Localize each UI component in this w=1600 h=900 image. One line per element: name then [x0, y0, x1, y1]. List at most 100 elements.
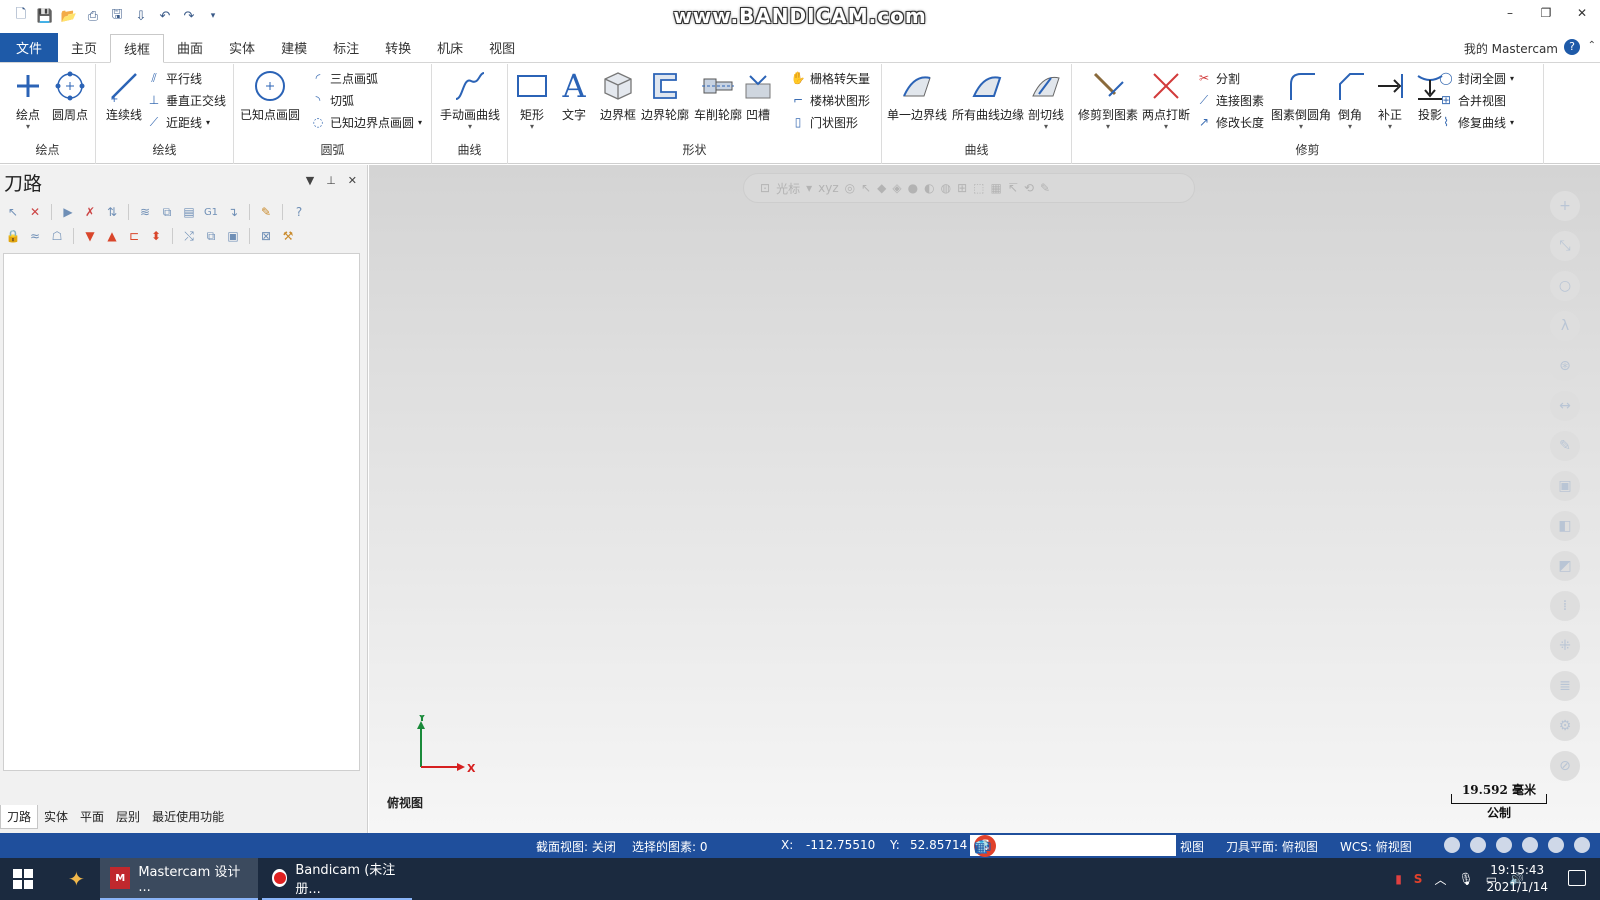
arc-3-points-button[interactable]: ◜ 三点画弧 — [310, 68, 378, 88]
join-view-button[interactable]: ⊞ 合并视图 — [1438, 90, 1506, 110]
print-icon[interactable]: ⎙ — [84, 7, 102, 25]
close-arc-button[interactable]: ◯ 封闭全圆 ▾ — [1438, 68, 1514, 88]
tangent-arc-button[interactable]: ◝ 切弧 — [310, 90, 354, 110]
save-icon[interactable]: 💾 — [36, 7, 54, 25]
view-status[interactable]: 视图 — [1180, 838, 1204, 855]
post-arrow-icon[interactable]: ↴ — [224, 203, 242, 221]
tab-model-prep[interactable]: 建模 — [268, 33, 320, 62]
taskbar-mastercam[interactable]: M Mastercam 设计 ... — [100, 858, 258, 900]
tab-view[interactable]: 视图 — [476, 33, 528, 62]
manual-spline-button[interactable]: 手动画曲线 ▾ — [434, 68, 506, 131]
cube-icon[interactable]: ▣ — [1550, 471, 1580, 501]
refresh-icon[interactable]: ⟲ — [1024, 181, 1034, 195]
zoom-in-icon[interactable]: + — [1550, 191, 1580, 221]
verify-selection-icon[interactable]: ⊞ — [957, 181, 967, 195]
panel-tab-solids[interactable]: 实体 — [38, 805, 74, 829]
circle-center-button[interactable]: 已知点画圆 — [238, 68, 302, 123]
tab-file[interactable]: 文件 — [0, 33, 58, 62]
window-select-icon[interactable]: ⬚ — [973, 181, 984, 195]
translucency-icon[interactable] — [1574, 837, 1590, 853]
chamfer-button[interactable]: 倒角 ▾ — [1330, 68, 1370, 131]
help-icon[interactable]: ? — [1564, 39, 1580, 55]
highfeed-icon[interactable]: ✎ — [257, 203, 275, 221]
operations-tree[interactable] — [3, 253, 360, 771]
panel-tab-levels[interactable]: 层别 — [110, 805, 146, 829]
restore-icon[interactable]: ❐ — [1528, 0, 1564, 26]
globe-wire-icon[interactable] — [1444, 837, 1460, 853]
raster-to-vector-button[interactable]: ✋ 栅格转矢量 — [790, 68, 871, 88]
join-entities-button[interactable]: ⟋ 连接图素 — [1196, 90, 1264, 110]
tag-icon[interactable]: ✎ — [1550, 431, 1580, 461]
view-options-icon[interactable]: ▣ — [224, 227, 242, 245]
body-select-icon[interactable]: ● — [908, 181, 918, 195]
toolbox-icon[interactable]: ▦ — [974, 840, 985, 854]
tab-wireframe[interactable]: 线框 — [110, 34, 165, 63]
redo-icon[interactable]: ↷ — [180, 7, 198, 25]
my-mastercam-link[interactable]: 我的 Mastercam — [1464, 40, 1558, 57]
panel-tab-planes[interactable]: 平面 — [74, 805, 110, 829]
open-folder-icon[interactable]: 📂 — [60, 7, 78, 25]
expand-icon[interactable]: ⊠ — [257, 227, 275, 245]
deselect-icon[interactable]: ↸ — [1008, 181, 1018, 195]
circle-edge-points-button[interactable]: ◌ 已知边界点画圆 ▾ — [310, 112, 422, 132]
paint-icon[interactable]: ◩ — [1550, 551, 1580, 581]
bounding-box-button[interactable]: 边界框 — [596, 68, 640, 123]
xyz-icon[interactable]: xyz — [818, 181, 839, 195]
bolt-circle-button[interactable]: 圆周点 — [44, 68, 96, 123]
pin-icon[interactable]: ⊥ — [326, 174, 336, 187]
graphics-viewport[interactable]: ⊡ 光标 ▾ xyz ◎ ↖ ◆ ◈ ● ◐ ◍ ⊞ ⬚ ▦ ↸ ⟲ ✎ + ⤡… — [369, 165, 1600, 833]
offset-button[interactable]: 补正 ▾ — [1370, 68, 1410, 131]
tab-solids[interactable]: 实体 — [216, 33, 268, 62]
only-display-selected-icon[interactable]: ⤭ — [180, 227, 198, 245]
closest-line-button[interactable]: ⟋ 近距线 ▾ — [146, 112, 210, 132]
modify-length-button[interactable]: ↗ 修改长度 — [1196, 112, 1264, 132]
taskbar-pinned-app[interactable]: ✦ — [58, 858, 95, 900]
close-window-icon[interactable]: ✕ — [1564, 0, 1600, 26]
tab-transform[interactable]: 转换 — [372, 33, 424, 62]
ime-toolbar[interactable]: S 中 °, ☺ 🎤 ⌨ 👤 👕 ▦ — [970, 834, 1176, 857]
curve-tool-icon[interactable]: λ — [1550, 311, 1580, 341]
deselect-operations-icon[interactable]: ✕ — [26, 203, 44, 221]
groove-button[interactable]: 凹槽 — [738, 68, 778, 123]
boundary-profile-button[interactable]: 边界轮廓 — [640, 68, 690, 123]
slice-curve-button[interactable]: 剖切线 ▾ — [1022, 68, 1070, 131]
snap-icon[interactable]: ◎ — [845, 181, 855, 195]
turn-profile-button[interactable]: 车削轮廓 — [692, 68, 744, 123]
tab-drafting[interactable]: 标注 — [320, 33, 372, 62]
windows-start-icon[interactable] — [12, 868, 34, 890]
minimize-icon[interactable]: – — [1492, 0, 1528, 26]
microphone-tray-icon[interactable]: 🎙 — [1458, 872, 1473, 886]
copy-op-icon[interactable]: ⧉ — [202, 227, 220, 245]
notification-icon[interactable] — [1568, 870, 1586, 886]
repair-curve-button[interactable]: ⌇ 修复曲线 ▾ — [1438, 112, 1514, 132]
globe-icon[interactable] — [1470, 837, 1486, 853]
select-arrow-icon[interactable]: ↖ — [861, 181, 871, 195]
tab-home[interactable]: 主页 — [58, 33, 110, 62]
regenerate-dirty-icon[interactable]: ✗ — [81, 203, 99, 221]
lock-icon[interactable]: 🔒 — [4, 227, 22, 245]
line-endpoints-button[interactable]: + 连续线 — [98, 68, 150, 123]
analyze-icon[interactable]: ⊛ — [1550, 351, 1580, 381]
chain-icon[interactable]: ▦ — [991, 181, 1002, 195]
select-all-operations-icon[interactable]: ↖ — [4, 203, 22, 221]
post-g1-icon[interactable]: G1 — [202, 203, 220, 221]
wcs-status[interactable]: WCS: 俯视图 — [1340, 838, 1412, 855]
save-as-icon[interactable]: 🖫 — [108, 7, 126, 25]
clear-icon[interactable]: ✎ — [1040, 181, 1050, 195]
text-button[interactable]: A 文字 — [554, 68, 594, 123]
simulate-icon[interactable]: ≋ — [136, 203, 154, 221]
customize-qat-icon[interactable]: ▾ — [204, 7, 222, 25]
stop-icon[interactable]: ⊘ — [1550, 751, 1580, 781]
wire-icon[interactable]: ◍ — [941, 181, 951, 195]
panel-tab-toolpaths[interactable]: 刀路 — [0, 805, 39, 829]
trim-to-entities-button[interactable]: 修剪到图素 ▾ — [1078, 68, 1138, 131]
sphere-flat-icon[interactable] — [1522, 837, 1538, 853]
globe-shade-icon[interactable] — [1496, 837, 1512, 853]
merge-icon[interactable]: ⇩ — [132, 7, 150, 25]
fillet-entities-button[interactable]: 图素倒圆角 ▾ — [1270, 68, 1332, 131]
move-down-icon[interactable]: ▼ — [81, 227, 99, 245]
new-file-icon[interactable]: 🗋 — [12, 7, 30, 25]
tool-manager-icon[interactable]: ⚒ — [279, 227, 297, 245]
shade-icon[interactable]: ◐ — [924, 181, 934, 195]
tab-machine[interactable]: 机床 — [424, 33, 476, 62]
